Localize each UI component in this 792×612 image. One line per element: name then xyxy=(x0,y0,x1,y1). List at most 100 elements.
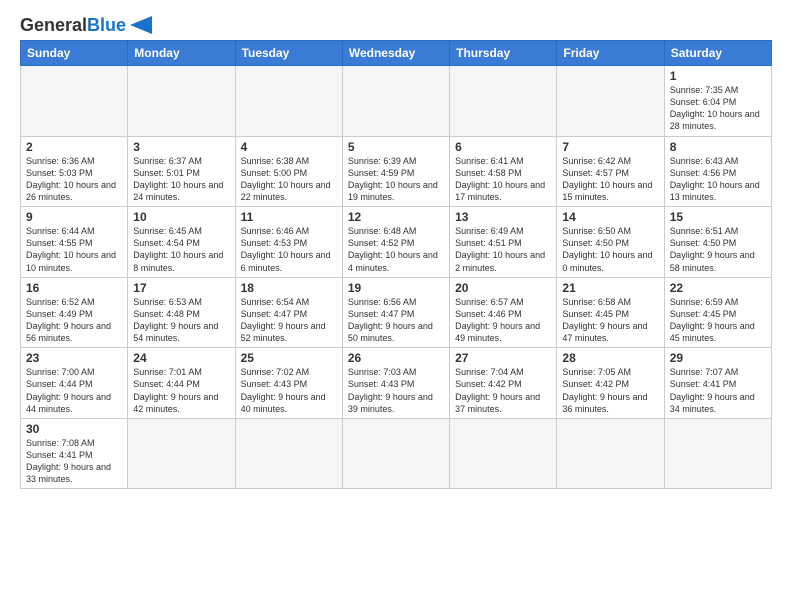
calendar-cell xyxy=(235,418,342,489)
calendar-cell: 7Sunrise: 6:42 AM Sunset: 4:57 PM Daylig… xyxy=(557,136,664,207)
day-number: 27 xyxy=(455,351,551,365)
day-number: 17 xyxy=(133,281,229,295)
calendar-cell xyxy=(128,66,235,137)
calendar-cell: 3Sunrise: 6:37 AM Sunset: 5:01 PM Daylig… xyxy=(128,136,235,207)
calendar-cell xyxy=(235,66,342,137)
day-number: 7 xyxy=(562,140,658,154)
day-info: Sunrise: 6:39 AM Sunset: 4:59 PM Dayligh… xyxy=(348,155,444,204)
day-info: Sunrise: 6:58 AM Sunset: 4:45 PM Dayligh… xyxy=(562,296,658,345)
day-info: Sunrise: 6:57 AM Sunset: 4:46 PM Dayligh… xyxy=(455,296,551,345)
calendar-cell xyxy=(557,418,664,489)
day-number: 4 xyxy=(241,140,337,154)
calendar-table: SundayMondayTuesdayWednesdayThursdayFrid… xyxy=(20,40,772,489)
day-number: 22 xyxy=(670,281,766,295)
calendar-cell: 12Sunrise: 6:48 AM Sunset: 4:52 PM Dayli… xyxy=(342,207,449,278)
day-number: 1 xyxy=(670,69,766,83)
day-info: Sunrise: 6:48 AM Sunset: 4:52 PM Dayligh… xyxy=(348,225,444,274)
header: GeneralBlue xyxy=(20,16,772,34)
day-info: Sunrise: 6:36 AM Sunset: 5:03 PM Dayligh… xyxy=(26,155,122,204)
calendar-week-row: 1Sunrise: 7:35 AM Sunset: 6:04 PM Daylig… xyxy=(21,66,772,137)
calendar-cell: 6Sunrise: 6:41 AM Sunset: 4:58 PM Daylig… xyxy=(450,136,557,207)
day-info: Sunrise: 6:53 AM Sunset: 4:48 PM Dayligh… xyxy=(133,296,229,345)
calendar-cell: 11Sunrise: 6:46 AM Sunset: 4:53 PM Dayli… xyxy=(235,207,342,278)
day-number: 8 xyxy=(670,140,766,154)
day-number: 20 xyxy=(455,281,551,295)
day-number: 5 xyxy=(348,140,444,154)
day-number: 3 xyxy=(133,140,229,154)
calendar-week-row: 16Sunrise: 6:52 AM Sunset: 4:49 PM Dayli… xyxy=(21,277,772,348)
day-info: Sunrise: 6:41 AM Sunset: 4:58 PM Dayligh… xyxy=(455,155,551,204)
day-number: 19 xyxy=(348,281,444,295)
day-info: Sunrise: 7:05 AM Sunset: 4:42 PM Dayligh… xyxy=(562,366,658,415)
day-number: 15 xyxy=(670,210,766,224)
day-number: 2 xyxy=(26,140,122,154)
calendar-cell xyxy=(128,418,235,489)
day-info: Sunrise: 6:44 AM Sunset: 4:55 PM Dayligh… xyxy=(26,225,122,274)
calendar-cell: 30Sunrise: 7:08 AM Sunset: 4:41 PM Dayli… xyxy=(21,418,128,489)
calendar-day-header: Monday xyxy=(128,41,235,66)
calendar-day-header: Wednesday xyxy=(342,41,449,66)
calendar-cell: 27Sunrise: 7:04 AM Sunset: 4:42 PM Dayli… xyxy=(450,348,557,419)
logo-text: GeneralBlue xyxy=(20,16,126,34)
calendar-cell: 5Sunrise: 6:39 AM Sunset: 4:59 PM Daylig… xyxy=(342,136,449,207)
day-number: 6 xyxy=(455,140,551,154)
calendar-day-header: Thursday xyxy=(450,41,557,66)
calendar-cell: 15Sunrise: 6:51 AM Sunset: 4:50 PM Dayli… xyxy=(664,207,771,278)
day-number: 21 xyxy=(562,281,658,295)
day-info: Sunrise: 7:00 AM Sunset: 4:44 PM Dayligh… xyxy=(26,366,122,415)
calendar-cell: 28Sunrise: 7:05 AM Sunset: 4:42 PM Dayli… xyxy=(557,348,664,419)
calendar-cell: 13Sunrise: 6:49 AM Sunset: 4:51 PM Dayli… xyxy=(450,207,557,278)
day-info: Sunrise: 7:01 AM Sunset: 4:44 PM Dayligh… xyxy=(133,366,229,415)
calendar-cell: 2Sunrise: 6:36 AM Sunset: 5:03 PM Daylig… xyxy=(21,136,128,207)
calendar-cell xyxy=(450,66,557,137)
day-info: Sunrise: 6:50 AM Sunset: 4:50 PM Dayligh… xyxy=(562,225,658,274)
calendar-cell: 20Sunrise: 6:57 AM Sunset: 4:46 PM Dayli… xyxy=(450,277,557,348)
day-info: Sunrise: 6:46 AM Sunset: 4:53 PM Dayligh… xyxy=(241,225,337,274)
day-info: Sunrise: 6:37 AM Sunset: 5:01 PM Dayligh… xyxy=(133,155,229,204)
calendar-cell: 4Sunrise: 6:38 AM Sunset: 5:00 PM Daylig… xyxy=(235,136,342,207)
day-info: Sunrise: 6:54 AM Sunset: 4:47 PM Dayligh… xyxy=(241,296,337,345)
day-info: Sunrise: 6:49 AM Sunset: 4:51 PM Dayligh… xyxy=(455,225,551,274)
calendar-cell: 1Sunrise: 7:35 AM Sunset: 6:04 PM Daylig… xyxy=(664,66,771,137)
calendar-cell: 22Sunrise: 6:59 AM Sunset: 4:45 PM Dayli… xyxy=(664,277,771,348)
calendar-cell: 14Sunrise: 6:50 AM Sunset: 4:50 PM Dayli… xyxy=(557,207,664,278)
calendar-cell: 16Sunrise: 6:52 AM Sunset: 4:49 PM Dayli… xyxy=(21,277,128,348)
day-info: Sunrise: 7:35 AM Sunset: 6:04 PM Dayligh… xyxy=(670,84,766,133)
calendar-cell: 17Sunrise: 6:53 AM Sunset: 4:48 PM Dayli… xyxy=(128,277,235,348)
day-info: Sunrise: 7:03 AM Sunset: 4:43 PM Dayligh… xyxy=(348,366,444,415)
calendar-week-row: 9Sunrise: 6:44 AM Sunset: 4:55 PM Daylig… xyxy=(21,207,772,278)
calendar-cell: 21Sunrise: 6:58 AM Sunset: 4:45 PM Dayli… xyxy=(557,277,664,348)
day-number: 13 xyxy=(455,210,551,224)
day-number: 12 xyxy=(348,210,444,224)
day-number: 10 xyxy=(133,210,229,224)
day-info: Sunrise: 7:07 AM Sunset: 4:41 PM Dayligh… xyxy=(670,366,766,415)
day-number: 23 xyxy=(26,351,122,365)
calendar-cell xyxy=(342,418,449,489)
day-number: 29 xyxy=(670,351,766,365)
calendar-cell: 9Sunrise: 6:44 AM Sunset: 4:55 PM Daylig… xyxy=(21,207,128,278)
calendar-cell xyxy=(342,66,449,137)
calendar-cell xyxy=(21,66,128,137)
day-info: Sunrise: 6:59 AM Sunset: 4:45 PM Dayligh… xyxy=(670,296,766,345)
day-number: 30 xyxy=(26,422,122,436)
day-info: Sunrise: 6:42 AM Sunset: 4:57 PM Dayligh… xyxy=(562,155,658,204)
calendar-day-header: Tuesday xyxy=(235,41,342,66)
day-info: Sunrise: 6:56 AM Sunset: 4:47 PM Dayligh… xyxy=(348,296,444,345)
day-number: 26 xyxy=(348,351,444,365)
calendar-cell xyxy=(664,418,771,489)
day-number: 16 xyxy=(26,281,122,295)
calendar-day-header: Sunday xyxy=(21,41,128,66)
calendar-cell: 23Sunrise: 7:00 AM Sunset: 4:44 PM Dayli… xyxy=(21,348,128,419)
logo: GeneralBlue xyxy=(20,16,152,34)
day-info: Sunrise: 6:45 AM Sunset: 4:54 PM Dayligh… xyxy=(133,225,229,274)
logo-icon xyxy=(130,16,152,34)
calendar-cell: 18Sunrise: 6:54 AM Sunset: 4:47 PM Dayli… xyxy=(235,277,342,348)
calendar-cell: 29Sunrise: 7:07 AM Sunset: 4:41 PM Dayli… xyxy=(664,348,771,419)
day-info: Sunrise: 6:51 AM Sunset: 4:50 PM Dayligh… xyxy=(670,225,766,274)
day-info: Sunrise: 7:08 AM Sunset: 4:41 PM Dayligh… xyxy=(26,437,122,486)
day-number: 24 xyxy=(133,351,229,365)
calendar-cell: 25Sunrise: 7:02 AM Sunset: 4:43 PM Dayli… xyxy=(235,348,342,419)
day-number: 25 xyxy=(241,351,337,365)
day-number: 28 xyxy=(562,351,658,365)
day-number: 9 xyxy=(26,210,122,224)
